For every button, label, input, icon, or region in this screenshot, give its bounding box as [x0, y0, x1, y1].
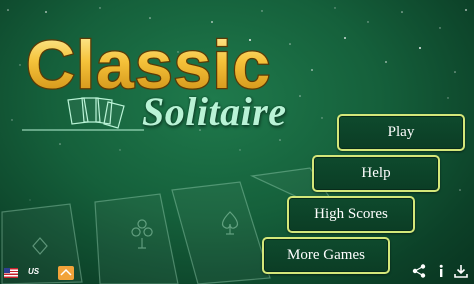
- download-icon[interactable]: [452, 262, 470, 280]
- help-button[interactable]: Help: [312, 155, 440, 192]
- play-button[interactable]: Play: [337, 114, 465, 151]
- store-icon[interactable]: [58, 266, 74, 280]
- share-icon[interactable]: [410, 262, 428, 280]
- info-icon[interactable]: [432, 262, 450, 280]
- title-solitaire: Solitaire: [142, 89, 287, 134]
- region-label: US: [28, 267, 40, 276]
- us-flag-icon[interactable]: [4, 268, 18, 278]
- fanned-cards-decoration: [22, 97, 144, 131]
- high-scores-button[interactable]: High Scores: [287, 196, 415, 233]
- more-games-button[interactable]: More Games: [262, 237, 390, 274]
